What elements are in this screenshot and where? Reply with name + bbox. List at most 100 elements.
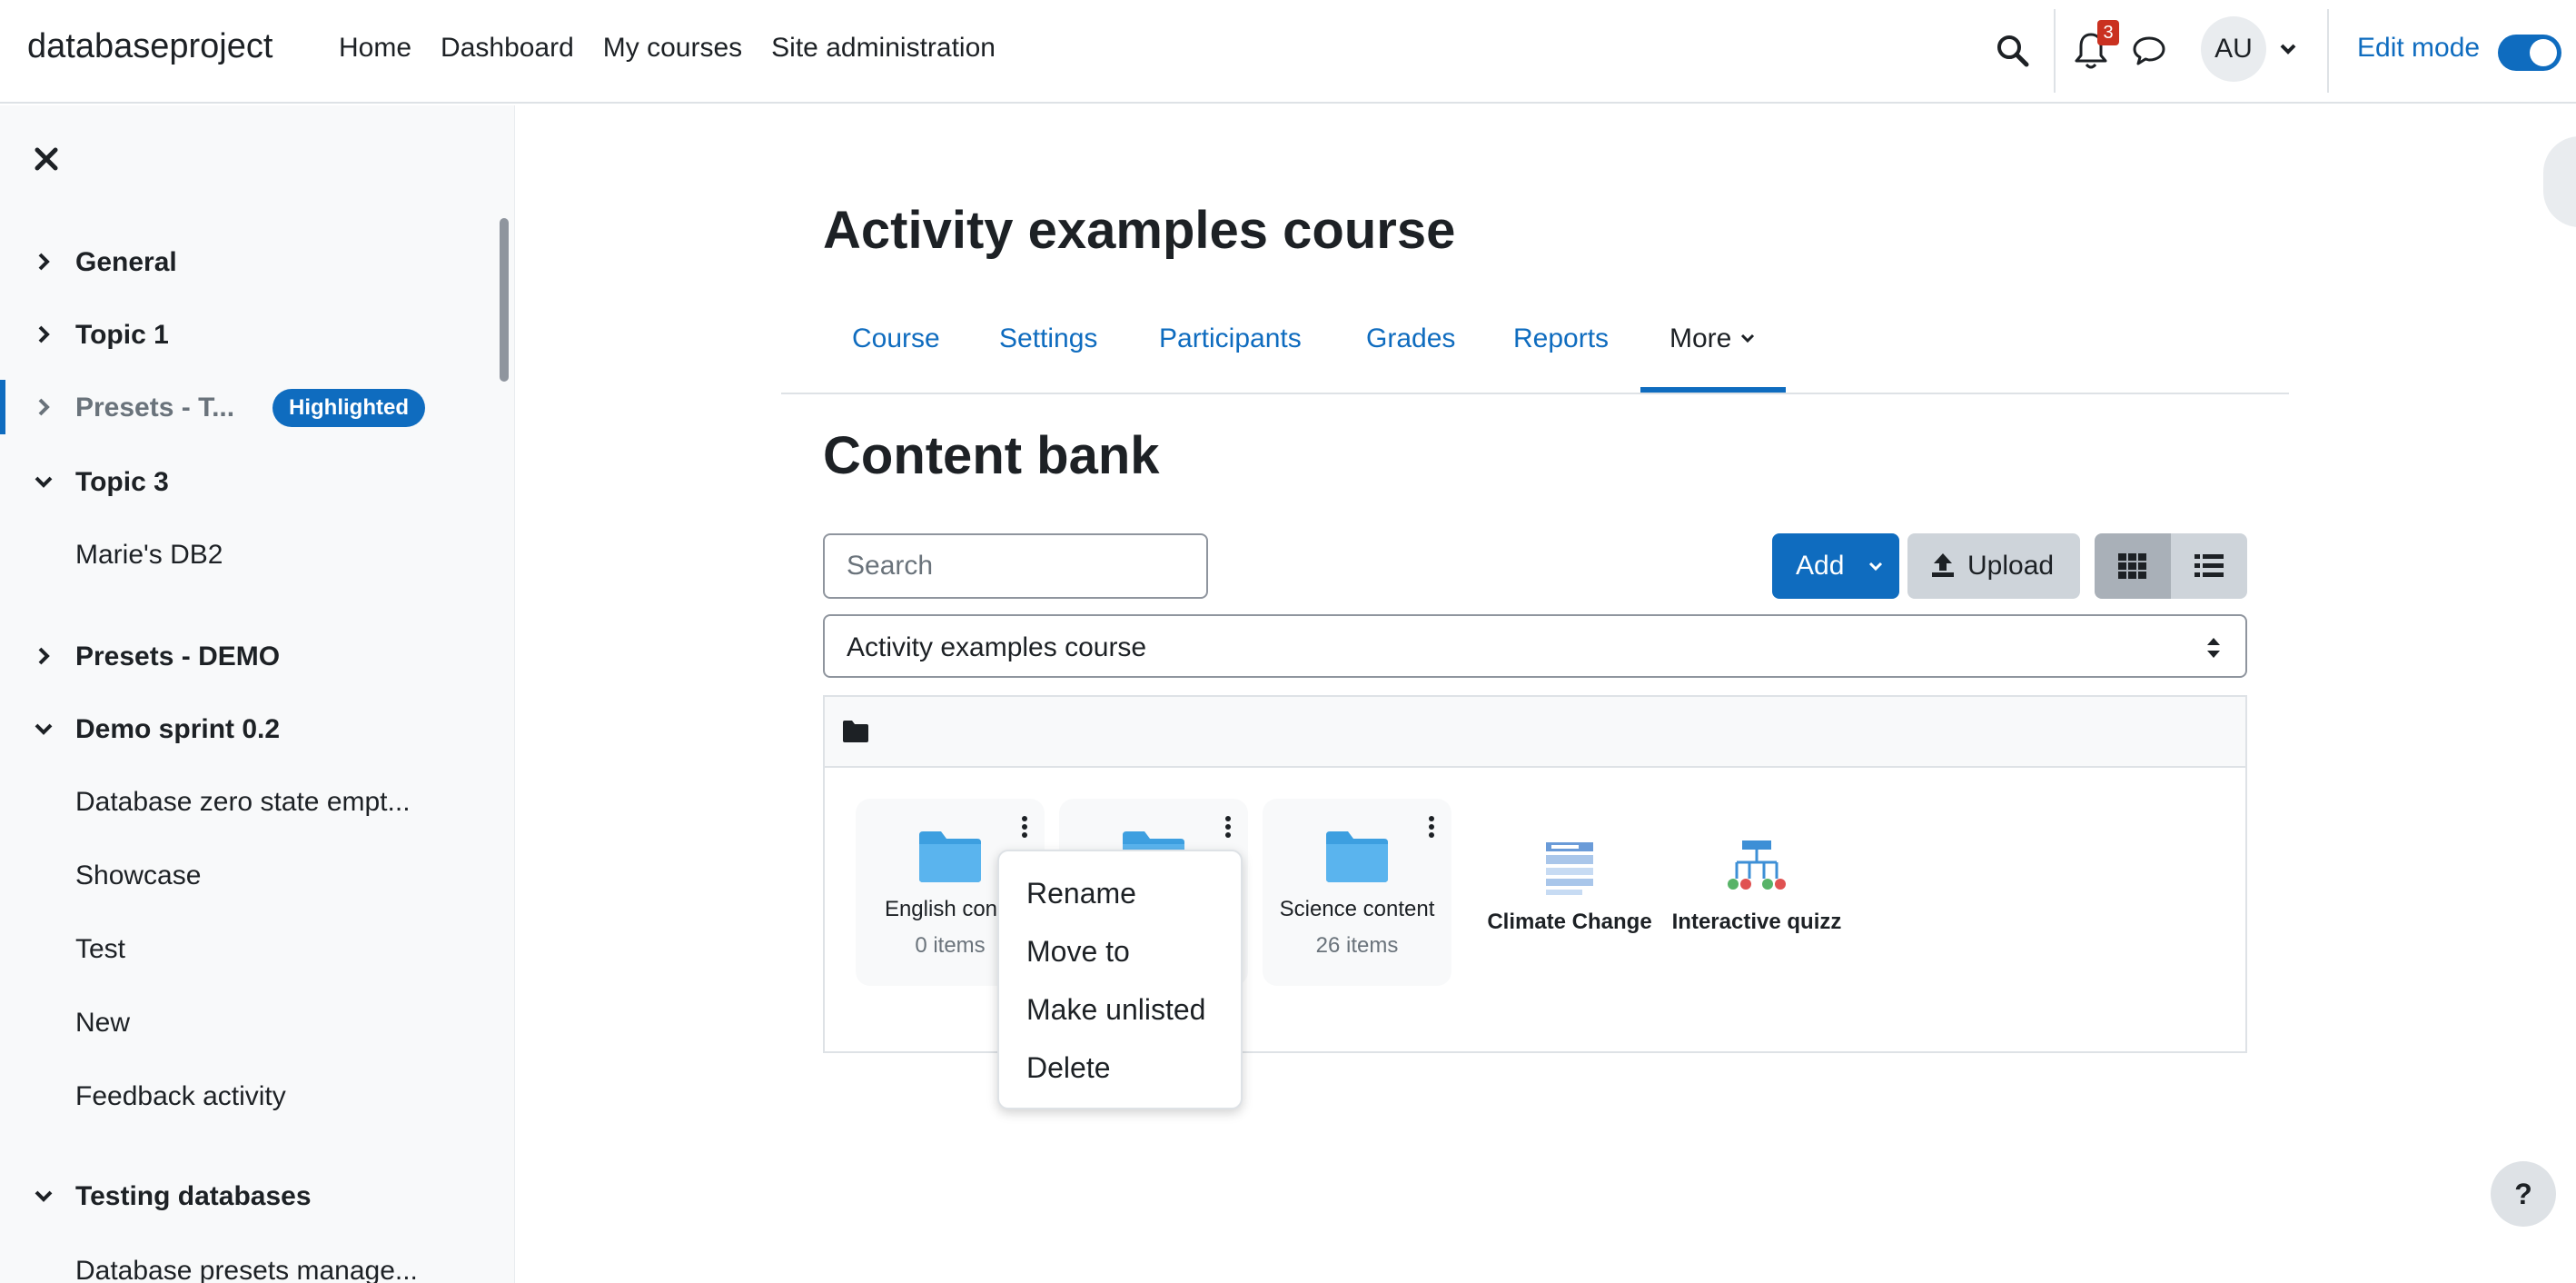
grid-icon — [2118, 553, 2146, 579]
highlighted-badge: Highlighted — [272, 389, 425, 427]
edit-mode-label: Edit mode — [2357, 33, 2481, 63]
kebab-menu-icon[interactable] — [1428, 815, 1435, 839]
toggle-knob — [2530, 39, 2557, 66]
content-search-input[interactable] — [823, 533, 1208, 599]
close-drawer-button[interactable] — [33, 145, 60, 173]
user-avatar[interactable]: AU — [2201, 16, 2266, 82]
kebab-menu-icon[interactable] — [1021, 815, 1028, 839]
chevron-down-icon — [1868, 562, 1883, 572]
active-tab-indicator — [1640, 387, 1786, 393]
notification-count-badge: 3 — [2097, 20, 2119, 45]
open-block-drawer-button[interactable] — [2543, 136, 2576, 227]
add-content-button[interactable]: Add — [1772, 533, 1899, 599]
section-label: Presets - T... — [75, 393, 235, 423]
chevron-down-icon — [2280, 44, 2296, 55]
messages-button[interactable] — [2131, 33, 2167, 69]
course-section-topic-1[interactable]: Topic 1 — [0, 307, 490, 362]
folder-icon — [1326, 831, 1388, 882]
nav-link-site-administration[interactable]: Site administration — [771, 33, 996, 64]
menu-item-delete[interactable]: Delete — [1026, 1051, 1111, 1085]
kebab-menu-icon[interactable] — [1224, 815, 1232, 839]
folder-context-menu: Rename Move to Make unlisted Delete — [997, 850, 1243, 1109]
user-menu-toggle[interactable] — [2277, 38, 2299, 60]
nav-link-home[interactable]: Home — [339, 33, 411, 64]
upload-icon — [1932, 553, 1954, 577]
chevron-right-icon — [38, 398, 50, 416]
context-select[interactable]: Activity examples course — [823, 614, 2247, 678]
course-section-topic-3[interactable]: Topic 3 — [0, 454, 490, 509]
menu-item-move-to[interactable]: Move to — [1026, 935, 1130, 969]
tab-settings[interactable]: Settings — [999, 323, 1097, 354]
content-bank-breadcrumb — [825, 697, 2245, 768]
section-label: General — [75, 247, 177, 277]
folder-item-count: 26 items — [1315, 933, 1399, 958]
content-item-name: Climate Change — [1487, 910, 1652, 934]
activity-link-database-presets[interactable]: Database presets manage... — [75, 1256, 418, 1283]
course-section-presets-t[interactable]: Presets - T... Highlighted — [0, 380, 490, 434]
content-bank-title: Content bank — [823, 426, 1160, 485]
section-label: Topic 1 — [75, 320, 169, 350]
help-button[interactable]: ? — [2491, 1161, 2556, 1227]
tab-course[interactable]: Course — [852, 323, 940, 354]
edit-mode-toggle[interactable] — [2498, 35, 2561, 71]
chevron-down-icon — [35, 1190, 53, 1202]
tab-reports[interactable]: Reports — [1513, 323, 1609, 354]
section-label: Demo sprint 0.2 — [75, 714, 281, 744]
nav-link-my-courses[interactable]: My courses — [603, 33, 742, 64]
chevron-down-icon — [35, 476, 53, 488]
activity-link-new[interactable]: New — [75, 1008, 130, 1039]
chevron-right-icon — [38, 647, 50, 665]
course-section-general[interactable]: General — [0, 234, 490, 289]
activity-link-database-zero-state[interactable]: Database zero state empt... — [75, 787, 411, 818]
navbar-divider — [2327, 9, 2329, 93]
upload-button-label: Upload — [1967, 551, 2055, 581]
primary-navigation: Home Dashboard My courses Site administr… — [339, 33, 1025, 64]
list-view-button[interactable] — [2171, 533, 2247, 599]
course-section-testing-databases[interactable]: Testing databases — [0, 1169, 490, 1223]
menu-item-make-unlisted[interactable]: Make unlisted — [1026, 993, 1205, 1027]
tab-grades[interactable]: Grades — [1366, 323, 1455, 354]
list-icon — [2195, 554, 2224, 577]
course-section-demo-sprint[interactable]: Demo sprint 0.2 — [0, 701, 490, 756]
course-section-presets-demo[interactable]: Presets - DEMO — [0, 629, 490, 683]
folder-tile-science[interactable]: Science content 26 items — [1263, 799, 1451, 986]
content-item-climate-change[interactable]: Climate Change — [1475, 799, 1664, 986]
chevron-right-icon — [38, 325, 50, 343]
search-button[interactable] — [1995, 33, 2031, 69]
chevron-right-icon — [38, 253, 50, 271]
course-title: Activity examples course — [823, 201, 1456, 260]
tab-more[interactable]: More — [1669, 323, 1731, 354]
section-label: Topic 3 — [75, 467, 169, 497]
folder-name: Science content — [1279, 897, 1435, 921]
close-icon — [35, 147, 58, 171]
content-item-name: Interactive quizz — [1671, 910, 1842, 934]
drawer-scrollbar[interactable] — [500, 218, 509, 382]
section-label: Presets - DEMO — [75, 642, 281, 671]
folder-icon[interactable] — [841, 719, 870, 744]
context-selected-value: Activity examples course — [847, 632, 1147, 662]
upload-button[interactable]: Upload — [1907, 533, 2080, 599]
h5p-branching-icon — [1728, 840, 1786, 890]
site-brand[interactable]: databaseproject — [27, 27, 272, 66]
folder-icon — [919, 831, 981, 882]
nav-link-dashboard[interactable]: Dashboard — [441, 33, 574, 64]
tab-participants[interactable]: Participants — [1159, 323, 1302, 354]
activity-link-maries-db2[interactable]: Marie's DB2 — [75, 540, 223, 571]
search-icon — [1997, 35, 2029, 67]
add-button-label: Add — [1796, 551, 1845, 581]
chevron-down-icon — [35, 723, 53, 735]
navbar-divider — [2054, 9, 2056, 93]
course-secondary-nav: Course Settings Participants Grades Repo… — [781, 307, 2289, 394]
content-item-interactive-quizz[interactable]: Interactive quizz — [1662, 799, 1851, 986]
section-label: Testing databases — [75, 1181, 312, 1211]
grid-view-button[interactable] — [2095, 533, 2171, 599]
activity-link-showcase[interactable]: Showcase — [75, 860, 201, 891]
activity-link-feedback-activity[interactable]: Feedback activity — [75, 1081, 286, 1112]
top-navbar: databaseproject Home Dashboard My course… — [0, 0, 2576, 104]
chat-bubble-icon — [2133, 36, 2165, 65]
chevron-down-icon — [1740, 333, 1755, 343]
sort-arrows-icon — [2207, 638, 2220, 658]
menu-item-rename[interactable]: Rename — [1026, 877, 1136, 910]
course-index-drawer: General Topic 1 Presets - T... Highlight… — [0, 105, 515, 1283]
activity-link-test[interactable]: Test — [75, 934, 125, 965]
